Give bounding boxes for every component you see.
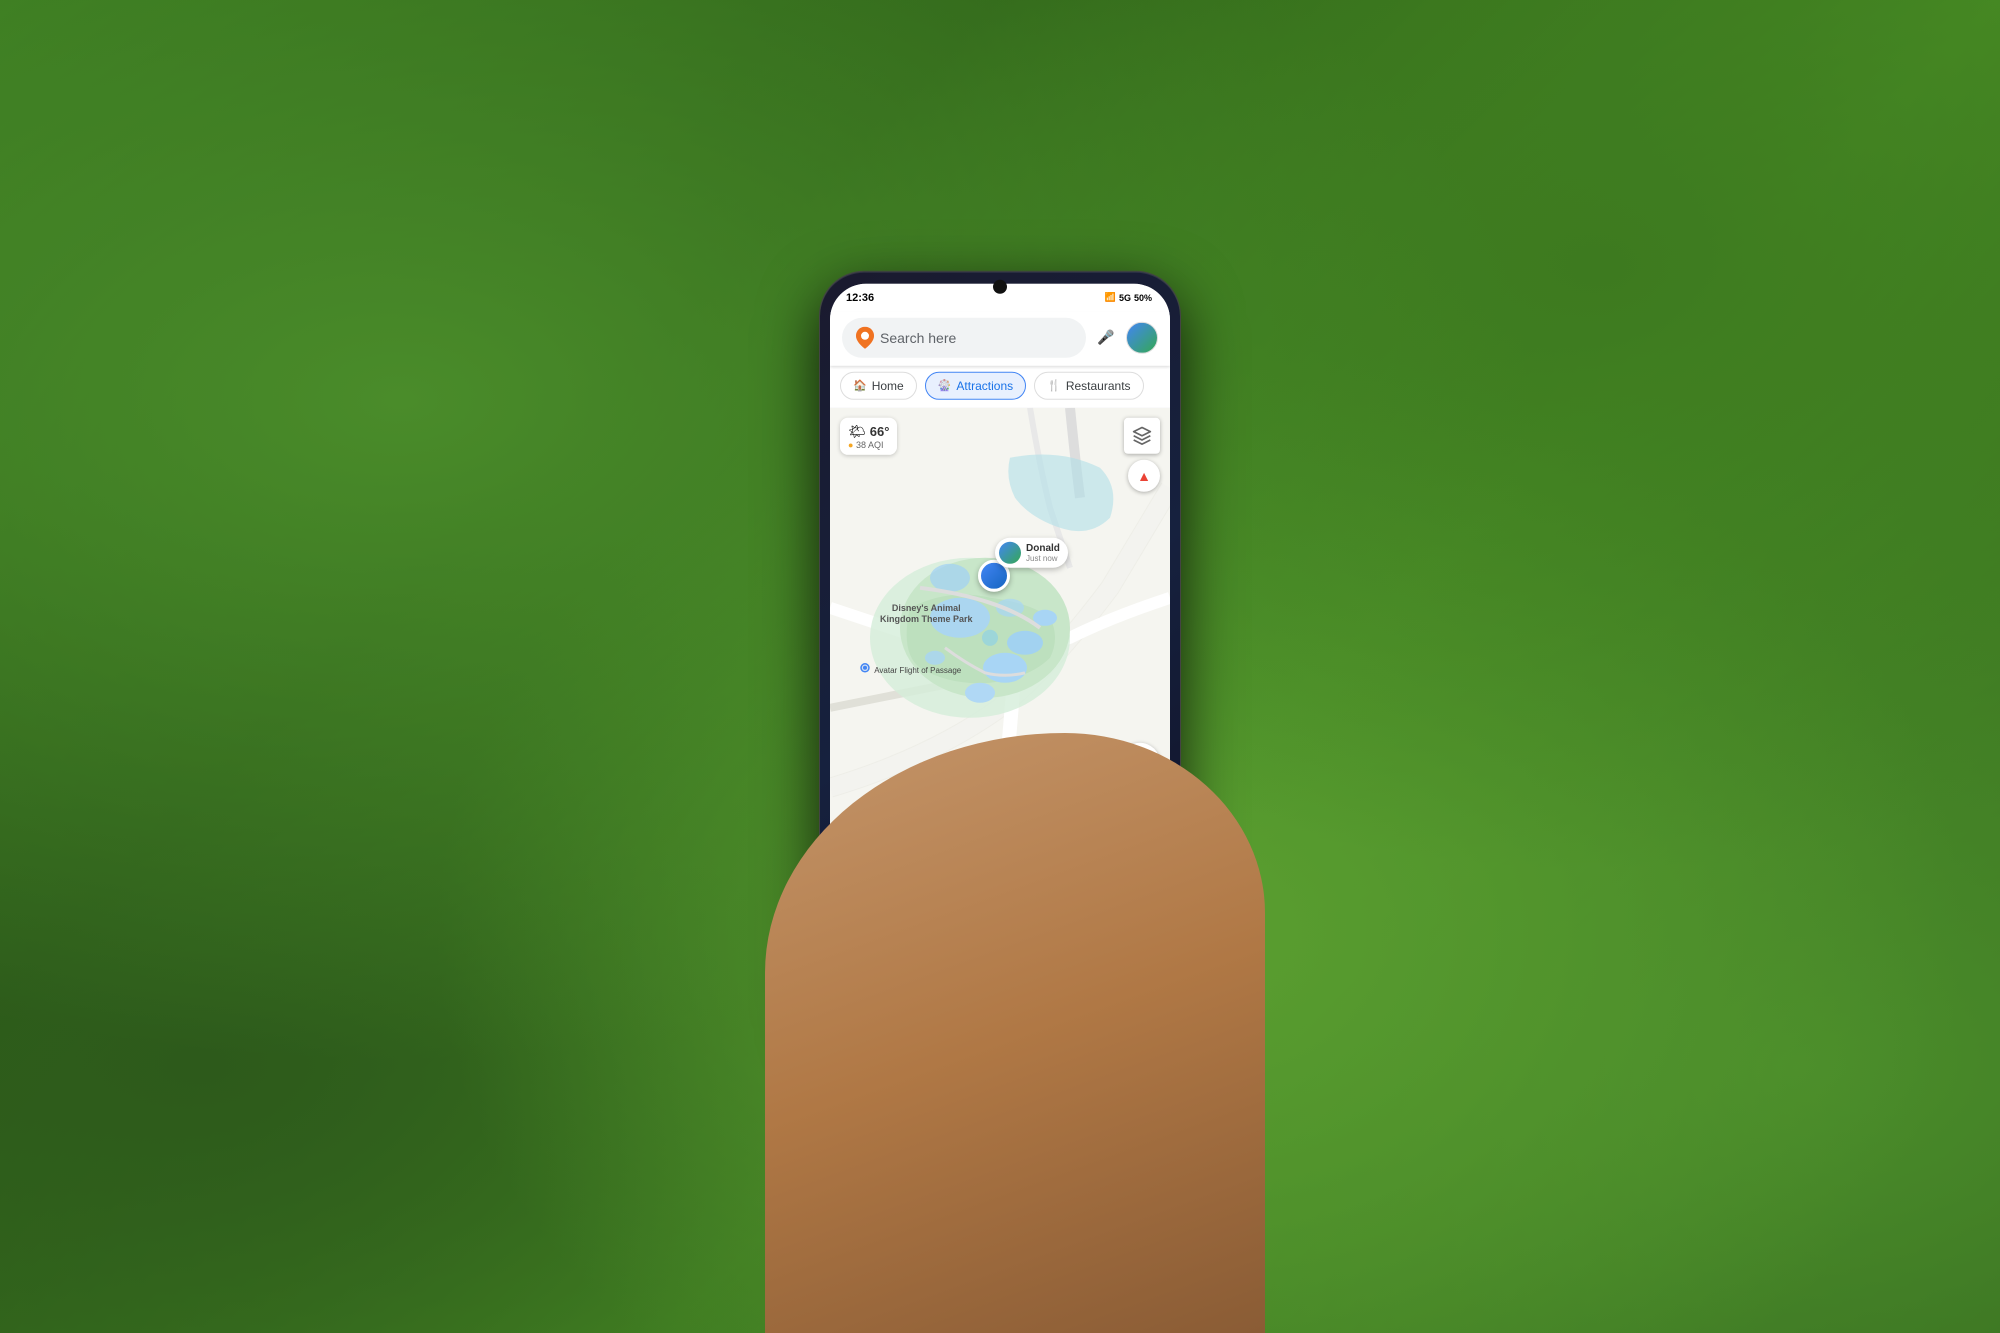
attraction-label-text: Avatar Flight of Passage: [874, 665, 961, 674]
map-layers-button[interactable]: [1124, 417, 1160, 453]
attraction-label: Avatar Flight of Passage: [860, 662, 961, 674]
maps-pin-icon: [856, 326, 874, 348]
battery-icon: 50%: [1134, 292, 1152, 302]
user-info-bubble: Donald Just now: [995, 537, 1068, 567]
search-bar[interactable]: Search here 🎤: [830, 311, 1170, 365]
layers-icon: [1132, 425, 1152, 445]
camera-notch: [993, 279, 1007, 293]
filter-home-label: Home: [872, 378, 904, 392]
wifi-icon: 📶: [1105, 292, 1116, 303]
home-chip-icon: 🏠: [853, 379, 867, 392]
bubble-avatar: [999, 541, 1021, 563]
weather-widget: 🌤 66° ● 38 AQI: [840, 417, 897, 454]
north-arrow-icon: ▲: [1137, 467, 1151, 483]
quick-filters: 🏠 Home 🎡 Attractions 🍴 Restaurants: [830, 365, 1170, 407]
search-placeholder: Search here: [880, 329, 1072, 345]
search-input-container[interactable]: Search here: [842, 317, 1086, 357]
camera-icon: [860, 662, 870, 672]
filter-attractions-label: Attractions: [956, 378, 1013, 392]
mic-button[interactable]: 🎤: [1094, 325, 1118, 349]
weather-temperature: 66°: [870, 423, 890, 438]
weather-sun-icon: 🌤: [848, 422, 866, 439]
bubble-time: Just now: [1026, 553, 1060, 562]
status-time: 12:36: [846, 291, 874, 303]
attractions-chip-icon: 🎡: [938, 379, 952, 392]
bubble-user-name: Donald: [1026, 542, 1060, 553]
restaurants-chip-icon: 🍴: [1047, 379, 1061, 392]
filter-restaurants-label: Restaurants: [1066, 378, 1131, 392]
filter-restaurants[interactable]: 🍴 Restaurants: [1034, 371, 1143, 399]
compass-button[interactable]: ▲: [1128, 459, 1160, 491]
filter-attractions[interactable]: 🎡 Attractions: [925, 371, 1026, 399]
signal-icon: 5G: [1119, 292, 1131, 302]
status-icons: 📶 5G 50%: [1105, 292, 1152, 303]
weather-aqi: ● 38 AQI: [848, 439, 889, 449]
filter-home[interactable]: 🏠 Home: [840, 371, 917, 399]
hand: [765, 733, 1265, 1333]
bubble-info: Donald Just now: [1026, 542, 1060, 562]
park-label: Disney's AnimalKingdom Theme Park: [880, 602, 973, 625]
user-avatar[interactable]: [1126, 321, 1158, 353]
